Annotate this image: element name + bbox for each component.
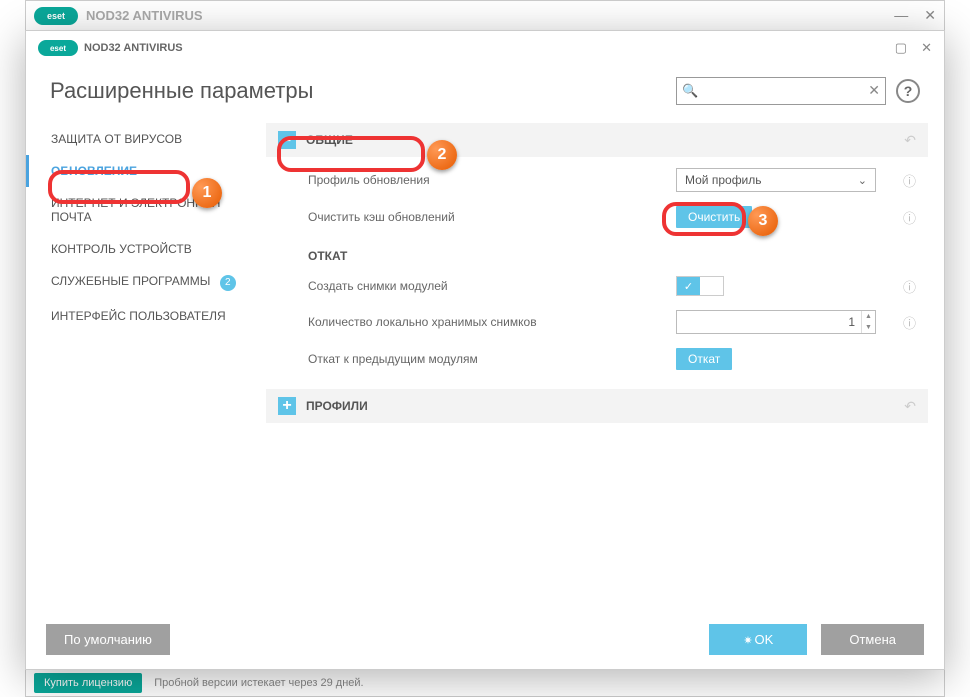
dialog-close-icon[interactable]: ✕	[921, 40, 932, 56]
settings-content: − ОБЩИЕ ↶ Профиль обновления Мой профиль…	[266, 123, 944, 610]
dialog-maximize-icon[interactable]: ▢	[895, 40, 907, 56]
product-name-small: NOD32 ANTIVIRUS	[84, 42, 183, 54]
check-icon: ✓	[677, 277, 700, 295]
info-icon[interactable]: ⓘ	[896, 171, 916, 190]
settings-sidebar: ЗАЩИТА ОТ ВИРУСОВ ОБНОВЛЕНИЕ ИНТЕРНЕТ И …	[26, 123, 266, 610]
rollback-label: Откат к предыдущим модулям	[308, 352, 676, 366]
rollback-button[interactable]: Откат	[676, 348, 732, 370]
eset-logo-small: eset	[38, 40, 78, 56]
spinner-value: 1	[677, 315, 861, 329]
outer-status-bar: Купить лицензию Пробной версии истекает …	[26, 668, 944, 696]
info-icon[interactable]: ⓘ	[896, 313, 916, 332]
dialog-footer: По умолчанию OK Отмена	[26, 610, 944, 669]
section-profiles-title: ПРОФИЛИ	[306, 399, 368, 413]
snapshots-label: Создать снимки модулей	[308, 279, 676, 293]
info-icon[interactable]: ⓘ	[896, 277, 916, 296]
chevron-down-icon: ⌄	[858, 174, 867, 187]
collapse-icon[interactable]: −	[278, 131, 296, 149]
dialog-title: Расширенные параметры	[50, 78, 313, 104]
update-profile-select[interactable]: Мой профиль ⌄	[676, 168, 876, 192]
snapshots-toggle[interactable]: ✓	[676, 276, 724, 296]
section-general-header[interactable]: − ОБЩИЕ ↶	[266, 123, 928, 157]
minimize-icon[interactable]: —	[894, 7, 908, 24]
update-profile-label: Профиль обновления	[308, 173, 676, 187]
cancel-button[interactable]: Отмена	[821, 624, 924, 655]
product-name: NOD32 ANTIVIRUS	[86, 8, 203, 23]
close-icon[interactable]: ✕	[924, 7, 936, 24]
section-profiles-header[interactable]: + ПРОФИЛИ ↶	[266, 389, 928, 423]
clear-cache-button[interactable]: Очистить	[676, 206, 752, 228]
select-value: Мой профиль	[685, 173, 762, 187]
trial-status-text: Пробной версии истекает через 29 дней.	[154, 677, 363, 689]
expand-icon[interactable]: +	[278, 397, 296, 415]
revert-icon[interactable]: ↶	[904, 132, 916, 149]
ok-button[interactable]: OK	[709, 624, 807, 655]
info-icon[interactable]: ⓘ	[896, 208, 916, 227]
revert-icon[interactable]: ↶	[904, 398, 916, 415]
sidebar-item-tools[interactable]: СЛУЖЕБНЫЕ ПРОГРАММЫ 2	[26, 265, 266, 300]
snapshot-count-spinner[interactable]: 1 ▲ ▼	[676, 310, 876, 334]
row-create-snapshots: Создать снимки модулей ✓ ⓘ	[266, 269, 928, 303]
tools-badge: 2	[220, 275, 236, 291]
sidebar-item-ui[interactable]: ИНТЕРФЕЙС ПОЛЬЗОВАТЕЛЯ	[26, 300, 266, 332]
sidebar-item-label: СЛУЖЕБНЫЕ ПРОГРАММЫ	[51, 274, 210, 288]
buy-license-button[interactable]: Купить лицензию	[34, 673, 142, 693]
row-clear-cache: Очистить кэш обновлений Очистить ⓘ	[266, 199, 928, 235]
sidebar-item-internet-email[interactable]: ИНТЕРНЕТ И ЭЛЕКТРОННАЯ ПОЧТА	[26, 187, 266, 233]
dialog-titlebar: eset NOD32 ANTIVIRUS ▢ ✕	[26, 31, 944, 65]
advanced-settings-dialog: eset NOD32 ANTIVIRUS ▢ ✕ Расширенные пар…	[25, 30, 945, 670]
row-snapshot-count: Количество локально хранимых снимков 1 ▲…	[266, 303, 928, 341]
spinner-down-icon[interactable]: ▼	[862, 322, 875, 333]
help-button[interactable]: ?	[896, 79, 920, 103]
defaults-button[interactable]: По умолчанию	[46, 624, 170, 655]
sidebar-item-update[interactable]: ОБНОВЛЕНИЕ	[26, 155, 266, 187]
snapshot-count-label: Количество локально хранимых снимков	[308, 315, 676, 329]
section-general-title: ОБЩИЕ	[306, 133, 353, 147]
search-clear-icon[interactable]: ✕	[868, 82, 880, 99]
search-input[interactable]	[676, 77, 886, 105]
spinner-up-icon[interactable]: ▲	[862, 311, 875, 322]
search-icon: 🔍	[682, 83, 698, 99]
sidebar-item-device-control[interactable]: КОНТРОЛЬ УСТРОЙСТВ	[26, 233, 266, 265]
outer-window-titlebar: eset NOD32 ANTIVIRUS — ✕	[26, 1, 944, 31]
row-rollback: Откат к предыдущим модулям Откат	[266, 341, 928, 377]
rollback-subtitle: ОТКАТ	[266, 235, 928, 269]
eset-logo: eset	[34, 7, 78, 25]
sidebar-item-antivirus[interactable]: ЗАЩИТА ОТ ВИРУСОВ	[26, 123, 266, 155]
clear-cache-label: Очистить кэш обновлений	[308, 210, 676, 224]
row-update-profile: Профиль обновления Мой профиль ⌄ ⓘ	[266, 161, 928, 199]
